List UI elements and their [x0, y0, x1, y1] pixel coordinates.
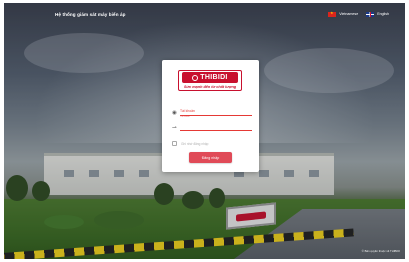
login-button[interactable]: Đăng nhập [189, 152, 232, 163]
login-card: THIBIDI Sức mạnh đến từ chất lượng ◉ Tài… [162, 60, 259, 172]
password-field: ⊸ [172, 122, 252, 131]
logo-mark-icon [192, 74, 199, 81]
language-label: Vietnamese [339, 12, 359, 16]
login-page: Hệ thống giám sát máy biến áp Vietnamese… [4, 3, 405, 259]
system-title: Hệ thống giám sát máy biến áp [55, 11, 126, 17]
remember-checkbox[interactable] [172, 141, 177, 146]
company-slogan: Sức mạnh đến từ chất lượng [183, 85, 237, 89]
language-option-vietnamese[interactable]: Vietnamese [328, 11, 359, 17]
logo-text: THIBIDI [200, 74, 228, 81]
language-option-english[interactable]: English [366, 11, 389, 17]
username-input[interactable]: Tài khoản Tài khoản [180, 107, 252, 118]
remember-label: Ghi nhớ đăng nhập [181, 141, 209, 146]
company-logo: THIBIDI Sức mạnh đến từ chất lượng [178, 70, 242, 91]
username-field: ◉ Tài khoản Tài khoản [172, 107, 252, 118]
top-bar: Hệ thống giám sát máy biến áp Vietnamese… [4, 3, 405, 25]
username-placeholder: Tài khoản [180, 109, 195, 113]
username-hint: Tài khoản [180, 116, 190, 118]
language-label: English [377, 12, 389, 16]
language-switcher: Vietnamese English [328, 11, 389, 17]
user-icon: ◉ [172, 110, 177, 116]
key-icon: ⊸ [172, 125, 177, 131]
uk-flag-icon [366, 11, 375, 17]
password-input[interactable] [180, 122, 252, 131]
remember-me[interactable]: Ghi nhớ đăng nhập [172, 141, 208, 146]
vn-flag-icon [328, 11, 337, 17]
copyright-text: © Bản quyền thuộc về THIBIDI [361, 249, 400, 253]
